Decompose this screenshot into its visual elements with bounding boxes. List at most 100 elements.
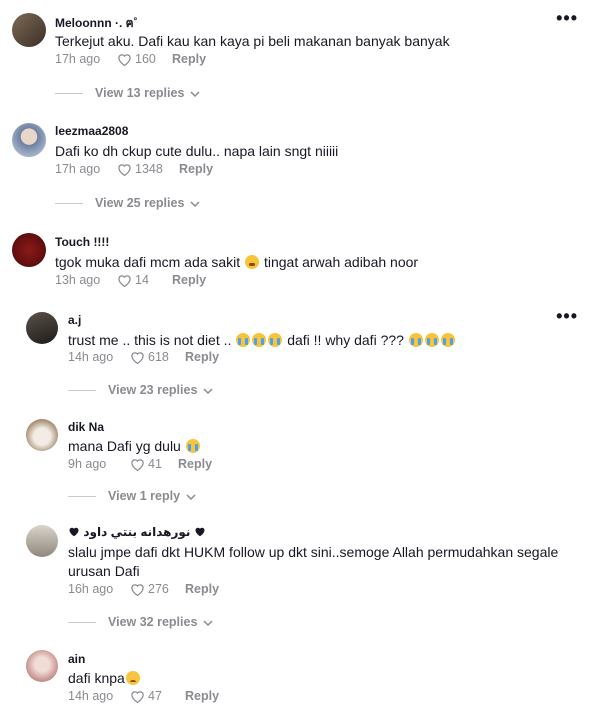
comment-username[interactable]: dik Na bbox=[68, 420, 104, 434]
like-button[interactable]: 14 bbox=[117, 273, 172, 287]
reply-button[interactable]: Reply bbox=[178, 457, 212, 471]
crying-face-emoji-icon bbox=[185, 439, 200, 453]
crying-face-emoji-icon bbox=[236, 333, 251, 347]
avatar[interactable] bbox=[26, 650, 58, 682]
comment-time: 14h ago bbox=[68, 350, 114, 364]
avatar[interactable] bbox=[26, 525, 58, 557]
like-button[interactable]: 47 bbox=[130, 689, 185, 703]
black-heart-icon bbox=[194, 526, 206, 540]
crying-face-emoji-icon bbox=[408, 333, 423, 347]
divider-line bbox=[68, 389, 96, 391]
avatar[interactable] bbox=[12, 13, 46, 47]
like-button[interactable]: 618 bbox=[130, 350, 185, 364]
comment-meta: 9h ago 41 Reply bbox=[68, 457, 212, 471]
view-replies-label: View 25 replies bbox=[95, 196, 185, 210]
view-replies-button[interactable]: View 25 replies bbox=[55, 196, 200, 210]
comment-text: tgok muka dafi mcm ada sakit tingat arwa… bbox=[55, 252, 418, 272]
comment-meta: 17h ago 160 Reply bbox=[55, 52, 206, 66]
crying-face-emoji-icon bbox=[440, 333, 455, 347]
view-replies-button[interactable]: View 1 reply bbox=[68, 489, 196, 503]
divider-line bbox=[55, 92, 83, 94]
more-options-icon[interactable]: ••• bbox=[556, 8, 578, 29]
avatar[interactable] bbox=[26, 419, 58, 451]
like-count: 160 bbox=[135, 52, 156, 66]
comment-username[interactable]: a.j bbox=[68, 313, 81, 327]
reply-button[interactable]: Reply bbox=[172, 52, 206, 66]
like-button[interactable]: 276 bbox=[130, 582, 185, 596]
chevron-down-icon bbox=[190, 196, 200, 210]
black-heart-icon bbox=[68, 526, 80, 540]
username-text: نورهدانه بنتي داود bbox=[83, 525, 191, 539]
crying-face-emoji-icon bbox=[252, 333, 267, 347]
comment-text-part: trust me .. this is not diet .. bbox=[68, 332, 232, 348]
like-button[interactable]: 160 bbox=[117, 52, 172, 66]
like-button[interactable]: 41 bbox=[130, 457, 178, 471]
view-replies-label: View 32 replies bbox=[108, 615, 198, 629]
reply-button[interactable]: Reply bbox=[185, 582, 219, 596]
view-replies-button[interactable]: View 13 replies bbox=[55, 86, 200, 100]
sad-face-emoji-icon bbox=[125, 671, 140, 685]
comment-meta: 14h ago 618 Reply bbox=[68, 350, 219, 364]
divider-line bbox=[68, 495, 96, 497]
heart-icon bbox=[130, 351, 145, 364]
heart-icon bbox=[117, 274, 132, 287]
comment-username[interactable]: ain bbox=[68, 652, 85, 666]
crying-face-emoji-icon bbox=[268, 333, 283, 347]
comment-text: dafi knpa bbox=[68, 668, 141, 688]
chevron-down-icon bbox=[203, 383, 213, 397]
view-replies-button[interactable]: View 23 replies bbox=[68, 383, 213, 397]
heart-icon bbox=[130, 690, 145, 703]
avatar[interactable] bbox=[12, 233, 46, 267]
comment-text-part: dafi !! why dafi ??? bbox=[287, 332, 404, 348]
tired-face-emoji-icon bbox=[245, 255, 260, 269]
heart-icon bbox=[117, 163, 132, 176]
like-count: 47 bbox=[148, 689, 162, 703]
comment-text: mana Dafi yg dulu bbox=[68, 436, 201, 456]
comment-meta: 14h ago 47 Reply bbox=[68, 689, 219, 703]
comment-time: 9h ago bbox=[68, 457, 107, 471]
divider-line bbox=[68, 621, 96, 623]
chevron-down-icon bbox=[186, 489, 196, 503]
chevron-down-icon bbox=[203, 615, 213, 629]
comment-time: 17h ago bbox=[55, 52, 101, 66]
comment-meta: 13h ago 14 Reply bbox=[55, 273, 206, 287]
comment-meta: 17h ago 1348 Reply bbox=[55, 162, 213, 176]
comment-username[interactable]: leezmaa2808 bbox=[55, 124, 128, 138]
heart-icon bbox=[130, 583, 145, 596]
comment-meta: 16h ago 276 Reply bbox=[68, 582, 219, 596]
comment-username[interactable]: نورهدانه بنتي داود bbox=[68, 525, 206, 540]
view-replies-label: View 1 reply bbox=[108, 489, 181, 503]
comment-time: 16h ago bbox=[68, 582, 114, 596]
comment-text-part: tingat arwah adibah noor bbox=[263, 254, 419, 270]
reply-button[interactable]: Reply bbox=[185, 689, 219, 703]
more-options-icon[interactable]: ••• bbox=[556, 306, 578, 327]
comment-time: 13h ago bbox=[55, 273, 101, 287]
reply-button[interactable]: Reply bbox=[172, 273, 206, 287]
avatar[interactable] bbox=[26, 312, 58, 344]
comment-time: 17h ago bbox=[55, 162, 101, 176]
comment-username[interactable]: Touch !!!! bbox=[55, 235, 109, 249]
reply-button[interactable]: Reply bbox=[179, 162, 213, 176]
comment-text: Dafi ko dh ckup cute dulu.. napa lain sn… bbox=[55, 143, 339, 159]
comment-text-part: dafi knpa bbox=[68, 670, 125, 686]
comment-text-part: mana Dafi yg dulu bbox=[68, 438, 181, 454]
avatar[interactable] bbox=[12, 123, 46, 157]
heart-icon bbox=[117, 53, 132, 66]
like-count: 41 bbox=[148, 457, 162, 471]
comment-text: Terkejut aku. Dafi kau kan kaya pi beli … bbox=[55, 33, 450, 49]
comment-text: trust me .. this is not diet .. dafi !! … bbox=[68, 330, 456, 350]
reply-button[interactable]: Reply bbox=[185, 350, 219, 364]
view-replies-label: View 13 replies bbox=[95, 86, 185, 100]
like-button[interactable]: 1348 bbox=[117, 162, 179, 176]
comment-text-part: tgok muka dafi mcm ada sakit bbox=[55, 254, 241, 270]
like-count: 14 bbox=[135, 273, 149, 287]
like-count: 276 bbox=[148, 582, 169, 596]
heart-icon bbox=[130, 458, 145, 471]
like-count: 1348 bbox=[135, 162, 163, 176]
chevron-down-icon bbox=[190, 86, 200, 100]
view-replies-button[interactable]: View 32 replies bbox=[68, 615, 213, 629]
divider-line bbox=[55, 202, 83, 204]
comment-text-line-2: urusan Dafi bbox=[68, 563, 140, 579]
comment-time: 14h ago bbox=[68, 689, 114, 703]
like-count: 618 bbox=[148, 350, 169, 364]
